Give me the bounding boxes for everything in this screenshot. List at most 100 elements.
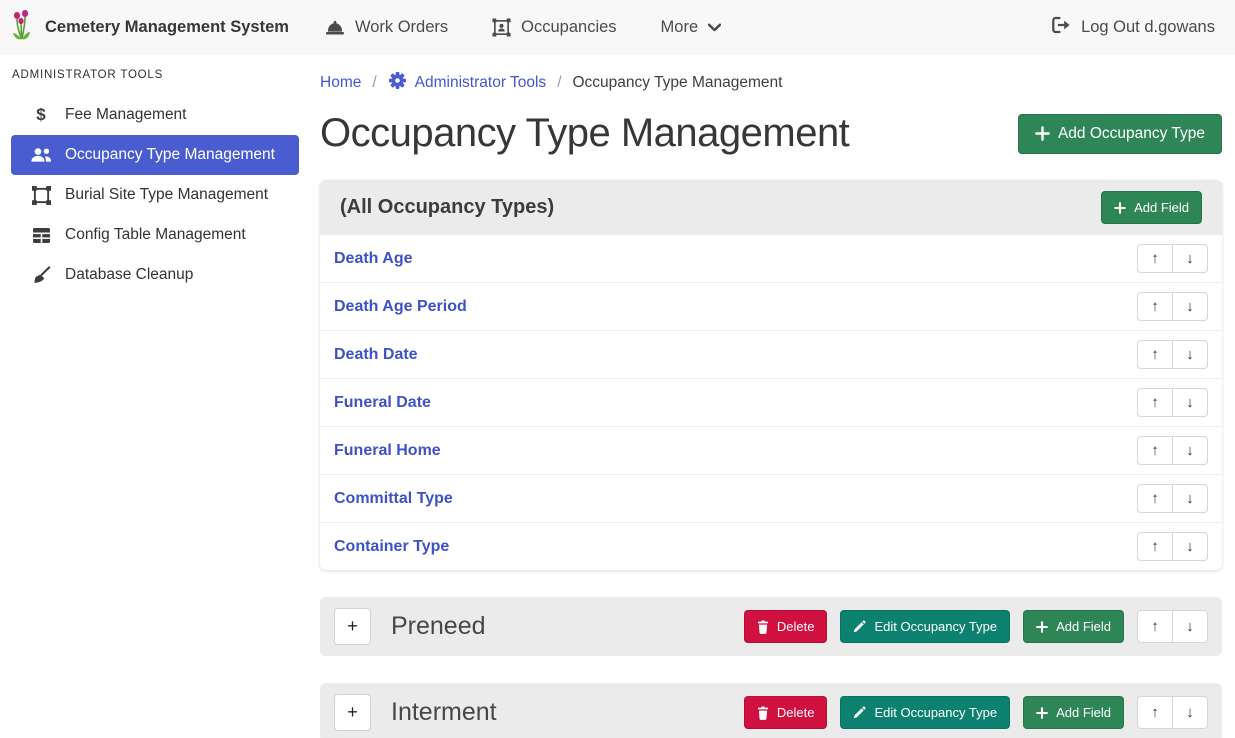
sidebar-item-burial-site-type-management[interactable]: Burial Site Type Management xyxy=(11,175,299,215)
move-down-button[interactable]: ↓ xyxy=(1172,696,1208,729)
logout-button[interactable]: Log Out d.gowans xyxy=(1051,16,1215,39)
table-row: Container Type ↑ ↓ xyxy=(320,523,1222,570)
table-row: Committal Type ↑ ↓ xyxy=(320,475,1222,523)
nav-item-more[interactable]: More xyxy=(661,18,722,37)
reorder-buttons: ↑ ↓ xyxy=(1137,484,1208,513)
field-link-death-age-period[interactable]: Death Age Period xyxy=(334,298,467,316)
table-row: Death Age ↑ ↓ xyxy=(320,235,1222,283)
reorder-buttons: ↑ ↓ xyxy=(1137,532,1208,561)
pencil-icon xyxy=(853,620,866,633)
card-header: (All Occupancy Types) Add Field xyxy=(320,180,1222,235)
table-row: Funeral Home ↑ ↓ xyxy=(320,427,1222,475)
move-down-button[interactable]: ↓ xyxy=(1172,610,1208,643)
move-up-button[interactable]: ↑ xyxy=(1137,696,1173,729)
move-down-button[interactable]: ↓ xyxy=(1172,388,1208,417)
sidebar-item-config-table-management[interactable]: Config Table Management xyxy=(11,215,299,255)
breadcrumb-home-link[interactable]: Home xyxy=(320,74,361,92)
field-link-death-date[interactable]: Death Date xyxy=(334,346,418,364)
edit-occupancy-type-button[interactable]: Edit Occupancy Type xyxy=(840,610,1010,643)
move-down-button[interactable]: ↓ xyxy=(1172,532,1208,561)
field-link-death-age[interactable]: Death Age xyxy=(334,250,413,268)
vector-square-icon xyxy=(30,186,52,205)
edit-occupancy-type-button[interactable]: Edit Occupancy Type xyxy=(840,696,1010,729)
move-up-button[interactable]: ↑ xyxy=(1137,610,1173,643)
top-navbar: Cemetery Management System Work Orders xyxy=(0,0,1235,55)
section-title: Interment xyxy=(391,698,744,727)
button-label: Edit Occupancy Type xyxy=(874,619,997,634)
move-down-button[interactable]: ↓ xyxy=(1172,244,1208,273)
arrow-up-icon: ↑ xyxy=(1151,298,1159,315)
sidebar-item-fee-management[interactable]: $ Fee Management xyxy=(11,95,299,135)
plus-icon xyxy=(1114,202,1126,214)
section-preneed: + Preneed Delete xyxy=(320,597,1222,656)
navbar-links: Work Orders Occupancies M xyxy=(325,18,721,37)
field-link-funeral-date[interactable]: Funeral Date xyxy=(334,394,431,412)
plus-icon xyxy=(1036,707,1048,719)
move-up-button[interactable]: ↑ xyxy=(1137,340,1173,369)
all-occupancy-types-card: (All Occupancy Types) Add Field Death Ag… xyxy=(320,180,1222,570)
button-label: Add Field xyxy=(1134,200,1189,215)
move-up-button[interactable]: ↑ xyxy=(1137,292,1173,321)
arrow-down-icon: ↓ xyxy=(1186,538,1194,555)
table-row: Funeral Date ↑ ↓ xyxy=(320,379,1222,427)
button-label: Add Field xyxy=(1056,619,1111,634)
hard-hat-icon xyxy=(325,19,345,36)
move-up-button[interactable]: ↑ xyxy=(1137,388,1173,417)
reorder-buttons: ↑ ↓ xyxy=(1137,340,1208,369)
section-controls: Delete Edit Occupancy Type Add xyxy=(744,610,1208,643)
sidebar-item-label: Database Cleanup xyxy=(65,266,193,284)
gear-icon xyxy=(388,71,407,95)
app-brand[interactable]: Cemetery Management System xyxy=(10,9,289,46)
title-row: Occupancy Type Management Add Occupancy … xyxy=(320,111,1222,156)
add-field-button[interactable]: Add Field xyxy=(1023,696,1124,729)
move-down-button[interactable]: ↓ xyxy=(1172,484,1208,513)
field-link-container-type[interactable]: Container Type xyxy=(334,538,449,556)
expand-button[interactable]: + xyxy=(334,694,371,731)
trash-icon xyxy=(757,706,769,720)
plus-icon: + xyxy=(347,702,358,723)
arrow-up-icon: ↑ xyxy=(1151,490,1159,507)
expand-button[interactable]: + xyxy=(334,608,371,645)
arrow-down-icon: ↓ xyxy=(1186,490,1194,507)
dollar-icon: $ xyxy=(30,105,52,125)
table-row: Death Date ↑ ↓ xyxy=(320,331,1222,379)
arrow-down-icon: ↓ xyxy=(1186,618,1194,635)
sidebar-item-label: Burial Site Type Management xyxy=(65,186,268,204)
field-link-funeral-home[interactable]: Funeral Home xyxy=(334,442,441,460)
field-link-committal-type[interactable]: Committal Type xyxy=(334,490,453,508)
sidebar-item-occupancy-type-management[interactable]: Occupancy Type Management xyxy=(11,135,299,175)
trash-icon xyxy=(757,620,769,634)
button-label: Add Occupancy Type xyxy=(1058,125,1205,143)
move-down-button[interactable]: ↓ xyxy=(1172,436,1208,465)
move-down-button[interactable]: ↓ xyxy=(1172,292,1208,321)
move-up-button[interactable]: ↑ xyxy=(1137,532,1173,561)
sidebar: Administrator Tools $ Fee Management Occ… xyxy=(0,55,310,295)
nav-item-label: Occupancies xyxy=(521,18,616,37)
move-up-button[interactable]: ↑ xyxy=(1137,436,1173,465)
sign-out-icon xyxy=(1051,16,1071,39)
delete-button[interactable]: Delete xyxy=(744,610,828,643)
arrow-up-icon: ↑ xyxy=(1151,250,1159,267)
add-occupancy-type-button[interactable]: Add Occupancy Type xyxy=(1018,114,1222,154)
button-label: Add Field xyxy=(1056,705,1111,720)
breadcrumb-admin-tools-link[interactable]: Administrator Tools xyxy=(388,71,547,95)
nav-item-work-orders[interactable]: Work Orders xyxy=(325,18,448,37)
nav-item-occupancies[interactable]: Occupancies xyxy=(492,18,616,37)
arrow-up-icon: ↑ xyxy=(1151,442,1159,459)
chevron-down-icon xyxy=(708,23,721,32)
reorder-buttons: ↑ ↓ xyxy=(1137,388,1208,417)
delete-button[interactable]: Delete xyxy=(744,696,828,729)
table-icon xyxy=(30,227,52,244)
sidebar-item-label: Fee Management xyxy=(65,106,187,124)
reorder-buttons: ↑ ↓ xyxy=(1137,292,1208,321)
move-down-button[interactable]: ↓ xyxy=(1172,340,1208,369)
plus-icon xyxy=(1035,126,1050,141)
add-field-button[interactable]: Add Field xyxy=(1101,191,1202,224)
move-up-button[interactable]: ↑ xyxy=(1137,484,1173,513)
sidebar-item-database-cleanup[interactable]: Database Cleanup xyxy=(11,255,299,295)
button-label: Delete xyxy=(777,705,815,720)
move-up-button[interactable]: ↑ xyxy=(1137,244,1173,273)
card-title: (All Occupancy Types) xyxy=(340,196,554,219)
add-field-button[interactable]: Add Field xyxy=(1023,610,1124,643)
breadcrumb-current: Occupancy Type Management xyxy=(573,74,783,92)
